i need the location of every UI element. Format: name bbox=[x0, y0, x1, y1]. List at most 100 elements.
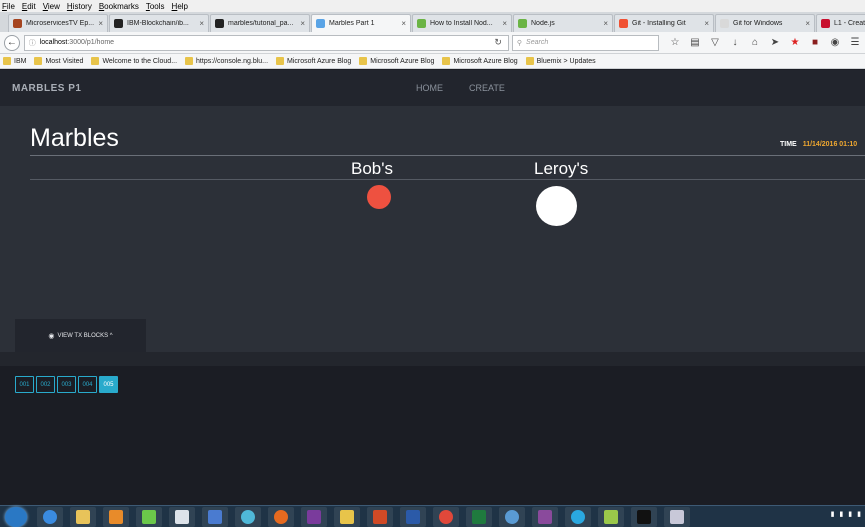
app-brand[interactable]: MARBLES P1 bbox=[12, 83, 81, 94]
tray-icon[interactable]: ▮ bbox=[848, 510, 852, 518]
folder-icon bbox=[442, 57, 451, 65]
menu-view[interactable]: View bbox=[43, 2, 60, 11]
menu-help[interactable]: Help bbox=[172, 2, 188, 11]
tray-icon[interactable]: ▮ bbox=[839, 510, 843, 518]
paint-icon[interactable] bbox=[664, 506, 690, 527]
bookmark-item[interactable]: Bluemix > Updates bbox=[525, 57, 596, 65]
block-005[interactable]: 005 bbox=[99, 376, 118, 393]
bookmark-item[interactable]: Microsoft Azure Blog bbox=[276, 57, 351, 65]
pocket-icon[interactable]: ▽ bbox=[705, 37, 725, 48]
close-icon[interactable]: × bbox=[805, 19, 810, 28]
block-002[interactable]: 002 bbox=[36, 376, 55, 393]
reload-icon[interactable]: ↻ bbox=[494, 37, 502, 48]
bookmark-label: Bluemix > Updates bbox=[536, 57, 596, 65]
app-nav: HOME CREATE bbox=[416, 83, 531, 93]
reading-list-icon[interactable]: ▤ bbox=[685, 37, 705, 48]
favicon-icon bbox=[316, 19, 325, 28]
close-icon[interactable]: × bbox=[704, 19, 709, 28]
menu-edit[interactable]: Edit bbox=[22, 2, 36, 11]
browser-tab[interactable]: Node.js × bbox=[513, 14, 613, 32]
address-bar[interactable]: ⓘ localhost :3000/p1/home ↻ bbox=[23, 34, 509, 51]
close-icon[interactable]: × bbox=[300, 19, 305, 28]
start-button[interactable] bbox=[5, 506, 27, 527]
close-icon[interactable]: × bbox=[502, 19, 507, 28]
bookmark-item[interactable]: Microsoft Azure Blog bbox=[442, 57, 518, 65]
browser-tab[interactable]: How to Install Nod... × bbox=[412, 14, 512, 32]
game-icon[interactable] bbox=[532, 506, 558, 527]
star-icon[interactable]: ☆ bbox=[665, 37, 685, 48]
page-title: Marbles bbox=[30, 124, 119, 152]
tray-icon[interactable]: ▮ bbox=[857, 510, 861, 518]
close-icon[interactable]: × bbox=[98, 19, 103, 28]
view-tx-blocks-button[interactable]: ◉ VIEW TX BLOCKS ^ bbox=[15, 319, 146, 352]
bookmark-item[interactable]: Welcome to the Cloud... bbox=[91, 57, 177, 65]
view-tx-blocks-label: VIEW TX BLOCKS ^ bbox=[57, 332, 113, 339]
bookmark-item[interactable]: IBM bbox=[3, 57, 26, 65]
grid-app-icon[interactable] bbox=[334, 506, 360, 527]
nav-home[interactable]: HOME bbox=[416, 83, 443, 93]
vmware-icon[interactable] bbox=[169, 506, 195, 527]
bookmark-item[interactable]: Most Visited bbox=[34, 57, 83, 65]
tab-label: Marbles Part 1 bbox=[329, 20, 375, 27]
back-button[interactable]: ← bbox=[4, 34, 20, 51]
block-001[interactable]: 001 bbox=[15, 376, 34, 393]
search-input[interactable]: ⚲ Search bbox=[511, 34, 659, 51]
tab-label: Git for Windows bbox=[733, 20, 783, 27]
block-003[interactable]: 003 bbox=[57, 376, 76, 393]
tab-label: IBM-Blockchain/ib... bbox=[127, 20, 189, 27]
terminal-icon[interactable] bbox=[631, 506, 657, 527]
browser-tab[interactable]: marbles/tutorial_pa... × bbox=[210, 14, 310, 32]
favicon-icon bbox=[13, 19, 22, 28]
bookmark-label: https://console.ng.blu... bbox=[196, 57, 269, 65]
editor-icon[interactable] bbox=[598, 506, 624, 527]
send-icon[interactable]: ➤ bbox=[765, 37, 785, 48]
browser-tab[interactable]: MicroservicesTV Ep... × bbox=[8, 14, 108, 32]
menu-file[interactable]: File bbox=[2, 2, 15, 11]
info-icon[interactable]: ⓘ bbox=[29, 38, 36, 48]
browser-tab[interactable]: Git - Installing Git × bbox=[614, 14, 714, 32]
marble-bob[interactable] bbox=[367, 185, 391, 209]
globe-icon[interactable] bbox=[235, 506, 261, 527]
favicon-icon bbox=[518, 19, 527, 28]
menu-bookmarks[interactable]: Bookmarks bbox=[99, 2, 139, 11]
excel-icon[interactable] bbox=[466, 506, 492, 527]
download-icon[interactable]: ↓ bbox=[725, 37, 745, 48]
nav-create[interactable]: CREATE bbox=[469, 83, 505, 93]
addon-icon-2[interactable]: ◉ bbox=[825, 37, 845, 48]
ie-icon[interactable] bbox=[37, 506, 63, 527]
close-icon[interactable]: × bbox=[199, 19, 204, 28]
word-icon[interactable] bbox=[400, 506, 426, 527]
menu-icon[interactable]: ☰ bbox=[845, 37, 865, 48]
browser-tab[interactable]: Marbles Part 1 × bbox=[311, 14, 411, 32]
close-icon[interactable]: × bbox=[401, 19, 406, 28]
network-globe-icon[interactable] bbox=[499, 506, 525, 527]
powerpoint-icon[interactable] bbox=[367, 506, 393, 527]
explorer-icon[interactable] bbox=[70, 506, 96, 527]
media-player-icon[interactable] bbox=[103, 506, 129, 527]
browser-tab[interactable]: Git for Windows × bbox=[715, 14, 815, 32]
home-icon[interactable]: ⌂ bbox=[745, 37, 765, 48]
bookmark-star-icon[interactable]: ★ bbox=[785, 37, 805, 48]
onenote-icon[interactable] bbox=[301, 506, 327, 527]
block-004[interactable]: 004 bbox=[78, 376, 97, 393]
app-icon[interactable] bbox=[136, 506, 162, 527]
browser-tab[interactable]: IBM-Blockchain/ib... × bbox=[109, 14, 209, 32]
bookmark-item[interactable]: https://console.ng.blu... bbox=[185, 57, 268, 65]
tray-icon[interactable]: ▮ bbox=[831, 510, 835, 518]
bookmark-item[interactable]: Microsoft Azure Blog bbox=[359, 57, 434, 65]
blocks-strip bbox=[0, 352, 865, 366]
owner-name-bob: Bob's bbox=[351, 159, 393, 178]
chrome-icon[interactable] bbox=[433, 506, 459, 527]
folder-icon bbox=[525, 57, 534, 65]
firefox-icon[interactable] bbox=[268, 506, 294, 527]
marble-leroy[interactable] bbox=[536, 186, 577, 226]
menu-tools[interactable]: Tools bbox=[146, 2, 165, 11]
network-icon[interactable] bbox=[202, 506, 228, 527]
menu-history[interactable]: History bbox=[67, 2, 92, 11]
addon-icon[interactable]: ■ bbox=[805, 37, 825, 48]
bookmark-label: IBM bbox=[14, 57, 27, 65]
bookmark-label: Microsoft Azure Blog bbox=[287, 57, 352, 65]
close-icon[interactable]: × bbox=[603, 19, 608, 28]
browser-tab[interactable]: L1 - Creating× bbox=[816, 14, 865, 32]
docker-icon[interactable] bbox=[565, 506, 591, 527]
